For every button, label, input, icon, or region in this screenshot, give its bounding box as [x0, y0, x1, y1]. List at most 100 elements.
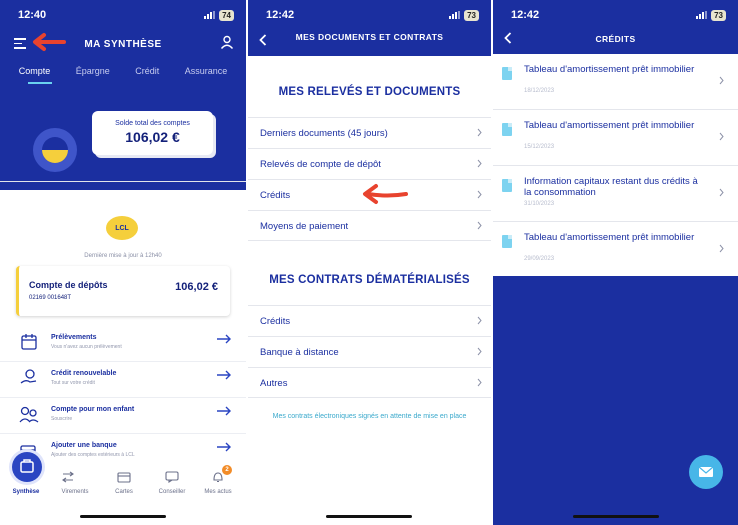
- service-item-credit-renouvelable[interactable]: Crédit renouvelable Tout sur votre crédi…: [0, 362, 246, 398]
- service-item-prelevements[interactable]: Prélèvements Vous n'avez aucun prélèveme…: [0, 326, 246, 362]
- nav-cartes[interactable]: Cartes: [104, 489, 144, 495]
- document-date: 29/09/2023: [524, 256, 555, 262]
- annotation-arrow-icon: [363, 184, 408, 204]
- card-icon: [117, 472, 131, 483]
- home-indicator: [326, 515, 412, 518]
- chevron-right-icon: [477, 159, 482, 168]
- tab-assurance[interactable]: Assurance: [185, 66, 228, 76]
- doc-row-releves[interactable]: Relevés de compte de dépôt: [248, 148, 491, 179]
- status-time: 12:40: [18, 9, 47, 21]
- document-date: 15/12/2023: [524, 144, 555, 150]
- contact-button[interactable]: [689, 455, 723, 489]
- row-label: Banque à distance: [260, 347, 339, 358]
- credits-screen: 12:42 73 CRÉDITS Tableau d'amortissement…: [493, 0, 738, 525]
- row-label: Moyens de paiement: [260, 221, 349, 232]
- synthese-screen: 12:40 74 MA SYNTHÈSE Compte Épargne Créd…: [0, 0, 246, 525]
- credit-document-item[interactable]: Tableau d'amortissement prêt immobilier …: [493, 110, 738, 166]
- family-icon: [19, 406, 39, 423]
- synthese-nav-button[interactable]: [12, 452, 42, 482]
- profile-icon[interactable]: [220, 35, 234, 49]
- credit-document-item[interactable]: Information capitaux restant dus crédits…: [493, 166, 738, 222]
- chevron-right-icon: [477, 378, 482, 387]
- document-date: 18/12/2023: [524, 88, 555, 94]
- home-indicator: [80, 515, 166, 518]
- contract-row-banque-distance[interactable]: Banque à distance: [248, 336, 491, 367]
- chat-icon: [165, 471, 179, 483]
- doc-row-derniers-documents[interactable]: Derniers documents (45 jours): [248, 117, 491, 148]
- nav-mes-actus[interactable]: Mes actus: [198, 489, 238, 495]
- row-label: Relevés de compte de dépôt: [260, 159, 381, 170]
- notification-badge: 2: [222, 465, 232, 475]
- status-indicators: 73: [696, 9, 726, 21]
- page-title: CRÉDITS: [595, 34, 636, 44]
- section-title-releves: MES RELEVÉS ET DOCUMENTS: [278, 86, 461, 98]
- last-update-text: Dernière mise à jour à 12h40: [84, 253, 162, 259]
- document-icon: [502, 67, 512, 80]
- service-subtitle: Tout sur votre crédit: [51, 380, 95, 386]
- contract-row-autres[interactable]: Autres: [248, 367, 491, 398]
- chevron-right-icon: [477, 221, 482, 230]
- credit-document-item[interactable]: Tableau d'amortissement prêt immobilier …: [493, 222, 738, 278]
- status-bar: 12:42 73: [248, 0, 491, 30]
- nav-virements[interactable]: Virements: [55, 489, 95, 495]
- credit-documents-list: Tableau d'amortissement prêt immobilier …: [493, 54, 738, 276]
- document-icon: [502, 179, 512, 192]
- total-balance-card: Solde total des comptes 106,02 €: [92, 111, 213, 155]
- wallet-icon: [20, 459, 34, 473]
- service-subtitle: Vous n'avez aucun prélèvement: [51, 344, 122, 350]
- contract-row-credits[interactable]: Crédits: [248, 305, 491, 336]
- row-label: Crédits: [260, 190, 291, 201]
- service-title: Crédit renouvelable: [51, 370, 117, 377]
- active-tab-indicator: [28, 82, 52, 84]
- signal-icon: [449, 11, 461, 19]
- arrow-right-icon: [217, 334, 231, 344]
- chevron-right-icon: [719, 188, 724, 197]
- chevron-right-icon: [477, 190, 482, 199]
- divider: [0, 181, 246, 182]
- status-bar: 12:40 74: [0, 0, 246, 30]
- status-bar: 12:42 73: [493, 0, 738, 30]
- status-indicators: 73: [449, 9, 479, 21]
- document-title: Tableau d'amortissement prêt immobilier: [524, 120, 695, 131]
- row-label: Crédits: [260, 316, 291, 327]
- mail-icon: [698, 466, 714, 477]
- service-item-compte-enfant[interactable]: Compte pour mon enfant Souscrire: [0, 398, 246, 434]
- account-card[interactable]: Compte de dépôts 02169 001648T 106,02 €: [16, 266, 230, 316]
- status-time: 12:42: [266, 9, 295, 21]
- chevron-right-icon: [719, 76, 724, 85]
- row-label: Derniers documents (45 jours): [260, 128, 388, 139]
- section-title-contrats: MES CONTRATS DÉMATÉRIALISÉS: [269, 274, 470, 286]
- account-name: Compte de dépôts: [29, 280, 108, 290]
- service-title: Prélèvements: [51, 334, 97, 341]
- service-subtitle: Souscrire: [51, 416, 73, 422]
- battery-icon: 73: [711, 9, 726, 21]
- balance-label: Solde total des comptes: [115, 120, 190, 127]
- document-title: Tableau d'amortissement prêt immobilier: [524, 64, 695, 75]
- tab-compte[interactable]: Compte: [19, 66, 51, 76]
- chevron-right-icon: [477, 316, 482, 325]
- nav-synthese[interactable]: Synthèse: [6, 489, 46, 495]
- hand-coin-icon: [20, 369, 37, 384]
- page-title: MES DOCUMENTS ET CONTRATS: [295, 32, 444, 42]
- arrow-right-icon: [217, 370, 231, 380]
- tab-bar: Compte Épargne Crédit Assurance: [0, 66, 246, 76]
- home-indicator: [573, 515, 659, 518]
- screenshot-collage: 12:40 74 MA SYNTHÈSE Compte Épargne Créd…: [0, 0, 738, 525]
- document-icon: [502, 123, 512, 136]
- pending-contracts-link[interactable]: Mes contrats électroniques signés en att…: [262, 412, 477, 422]
- doc-row-moyens-paiement[interactable]: Moyens de paiement: [248, 210, 491, 241]
- document-title: Information capitaux restant dus crédits…: [524, 176, 698, 198]
- account-amount: 106,02 €: [175, 281, 218, 293]
- credit-document-item[interactable]: Tableau d'amortissement prêt immobilier …: [493, 54, 738, 110]
- tab-epargne[interactable]: Épargne: [76, 66, 110, 76]
- service-title: Ajouter une banque: [51, 442, 117, 449]
- nav-conseiller[interactable]: Conseiller: [152, 489, 192, 495]
- tab-credit[interactable]: Crédit: [135, 66, 159, 76]
- arrow-right-icon: [217, 442, 231, 452]
- transfer-icon: [62, 471, 74, 483]
- page-title: MA SYNTHÈSE: [84, 38, 162, 50]
- signal-icon: [696, 11, 708, 19]
- status-indicators: 74: [204, 9, 234, 21]
- bank-logo: LCL: [106, 216, 138, 240]
- chevron-right-icon: [477, 347, 482, 356]
